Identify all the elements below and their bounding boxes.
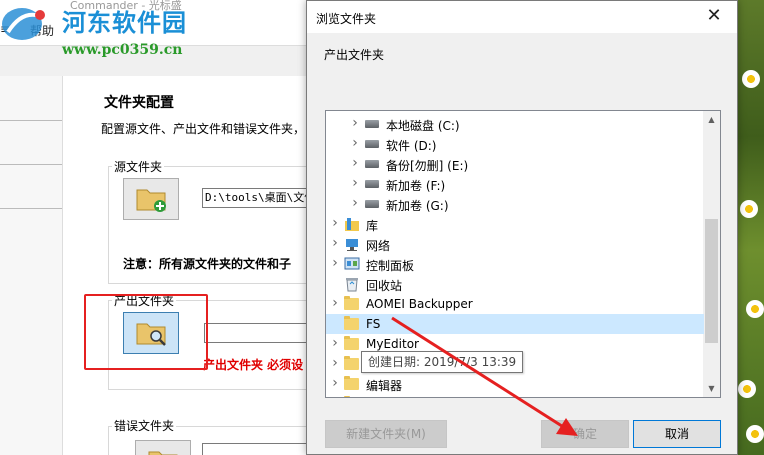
drive-icon [365,180,379,188]
chevron-right-icon[interactable]: › [350,155,360,171]
tree-item[interactable]: › 控制面板 [326,254,704,274]
scroll-down-icon[interactable]: ▼ [703,380,720,397]
tree-item[interactable]: › 图片 [326,394,704,398]
chevron-right-icon[interactable]: › [330,395,340,397]
tree-item-label: FS [366,317,381,331]
chevron-right-icon[interactable]: › [330,255,340,271]
library-icon [344,216,360,232]
folder-add-icon [136,189,166,212]
config-description: 配置源文件、产出文件和错误文件夹， [101,122,306,136]
source-folder-path-input[interactable]: D:\tools\桌面\文件 [202,188,312,208]
folder-tooltip: 创建日期: 2019/7/3 13:39 [361,351,524,373]
dialog-title: 浏览文件夹 [316,12,377,26]
tree-item[interactable]: › 新加卷 (F:) [326,174,704,194]
folder-icon [344,336,359,350]
tree-item-label: 备份[勿删] (E:) [386,159,469,173]
tree-item[interactable]: 回收站 [326,274,704,294]
chevron-right-icon[interactable]: › [330,235,340,251]
chevron-right-icon[interactable]: › [350,115,360,131]
tree-item[interactable]: › 库 [326,214,704,234]
cancel-button[interactable]: 取消 [633,420,721,448]
source-folder-browse-button[interactable] [123,178,179,220]
config-title: 文件夹配置 [104,95,174,111]
chevron-right-icon[interactable]: › [330,215,340,231]
network-icon [344,236,360,252]
folder-icon [344,316,359,330]
source-folder-label: 源文件夹 [112,158,165,175]
tree-item-label: 控制面板 [366,259,415,273]
drive-icon [365,200,379,208]
tree-item[interactable]: › 备份[勿删] (E:) [326,154,704,174]
tree-item[interactable]: FS [326,314,704,334]
tree-item-label: 新加卷 (F:) [386,179,446,193]
daisy-flower [740,200,758,218]
dialog-title-bar: 浏览文件夹 ✕ [307,1,737,33]
error-folder-label: 错误文件夹 [112,417,177,434]
chevron-right-icon[interactable]: › [330,295,340,311]
tree-scrollbar[interactable]: ▲ ▼ [703,111,720,397]
tree-item-label: 库 [366,219,379,233]
tree-item-label: 本地磁盘 (C:) [386,119,460,133]
drive-icon [365,120,379,128]
output-folder-path-input[interactable] [204,323,312,343]
folder-icon [344,296,359,310]
watermark-logo-icon [2,8,45,40]
chevron-right-icon[interactable]: › [350,135,360,151]
daisy-flower [746,425,764,443]
tree-item-label: MyEditor [366,337,419,351]
error-folder-browse-button[interactable] [135,440,191,455]
folder-icon [344,356,359,370]
tree-item-label: 编辑器 [366,379,403,393]
tree-item[interactable]: › 软件 (D:) [326,134,704,154]
sidebar-divider [0,120,62,121]
control-panel-icon [344,256,360,272]
tree-item[interactable]: › 新加卷 (G:) [326,194,704,214]
tree-item-label: 回收站 [366,279,403,293]
drive-icon [365,160,379,168]
recycle-bin-icon [344,276,360,292]
highlight-box [84,294,208,370]
watermark-url: www.pc0359.cn [62,42,183,58]
daisy-flower [738,380,756,398]
folder-icon [344,376,359,390]
background-photo [738,0,764,455]
folder-icon [148,451,178,455]
daisy-flower [746,300,764,318]
tree-item-label: AOMEI Backupper [366,297,473,311]
drive-icon [365,140,379,148]
output-folder-note: 产出文件夹 必须设 [203,358,304,372]
daisy-flower [742,70,760,88]
chevron-right-icon[interactable]: › [330,335,340,351]
tree-item-label: 网络 [366,239,391,253]
scroll-up-icon[interactable]: ▲ [703,111,720,128]
source-folder-note: 注意：所有源文件夹的文件和子 [123,257,292,271]
dialog-subtitle: 产出文件夹 [324,48,385,62]
chevron-right-icon[interactable]: › [350,175,360,191]
new-folder-button[interactable]: 新建文件夹(M) [325,420,447,448]
sidebar-divider [0,208,62,209]
error-folder-path-input[interactable] [202,443,312,455]
tree-item[interactable]: › AOMEI Backupper [326,294,704,314]
app-sidebar [0,76,62,455]
ok-button[interactable]: 确定 [541,420,629,448]
browse-folder-dialog: 浏览文件夹 ✕ 产出文件夹 ▲ ▼ › 本地磁盘 (C:) › 软件 (D:) › 备份[… [306,0,738,455]
tree-item-label: 新加卷 (G:) [386,199,449,213]
tree-item[interactable]: › 编辑器 [326,374,704,394]
chevron-right-icon[interactable]: › [330,355,340,371]
tree-item-label: 图片 [366,397,390,398]
chevron-right-icon[interactable]: › [330,375,340,391]
tree-item-label: 软件 (D:) [386,139,437,153]
chevron-right-icon[interactable]: › [350,195,360,211]
tree-item[interactable]: › 网络 [326,234,704,254]
close-icon[interactable]: ✕ [691,1,737,33]
watermark-title: 河东软件园 [62,8,187,37]
scroll-thumb[interactable] [705,219,718,343]
tree-item[interactable]: › 本地磁盘 (C:) [326,114,704,134]
sidebar-divider [0,164,62,165]
